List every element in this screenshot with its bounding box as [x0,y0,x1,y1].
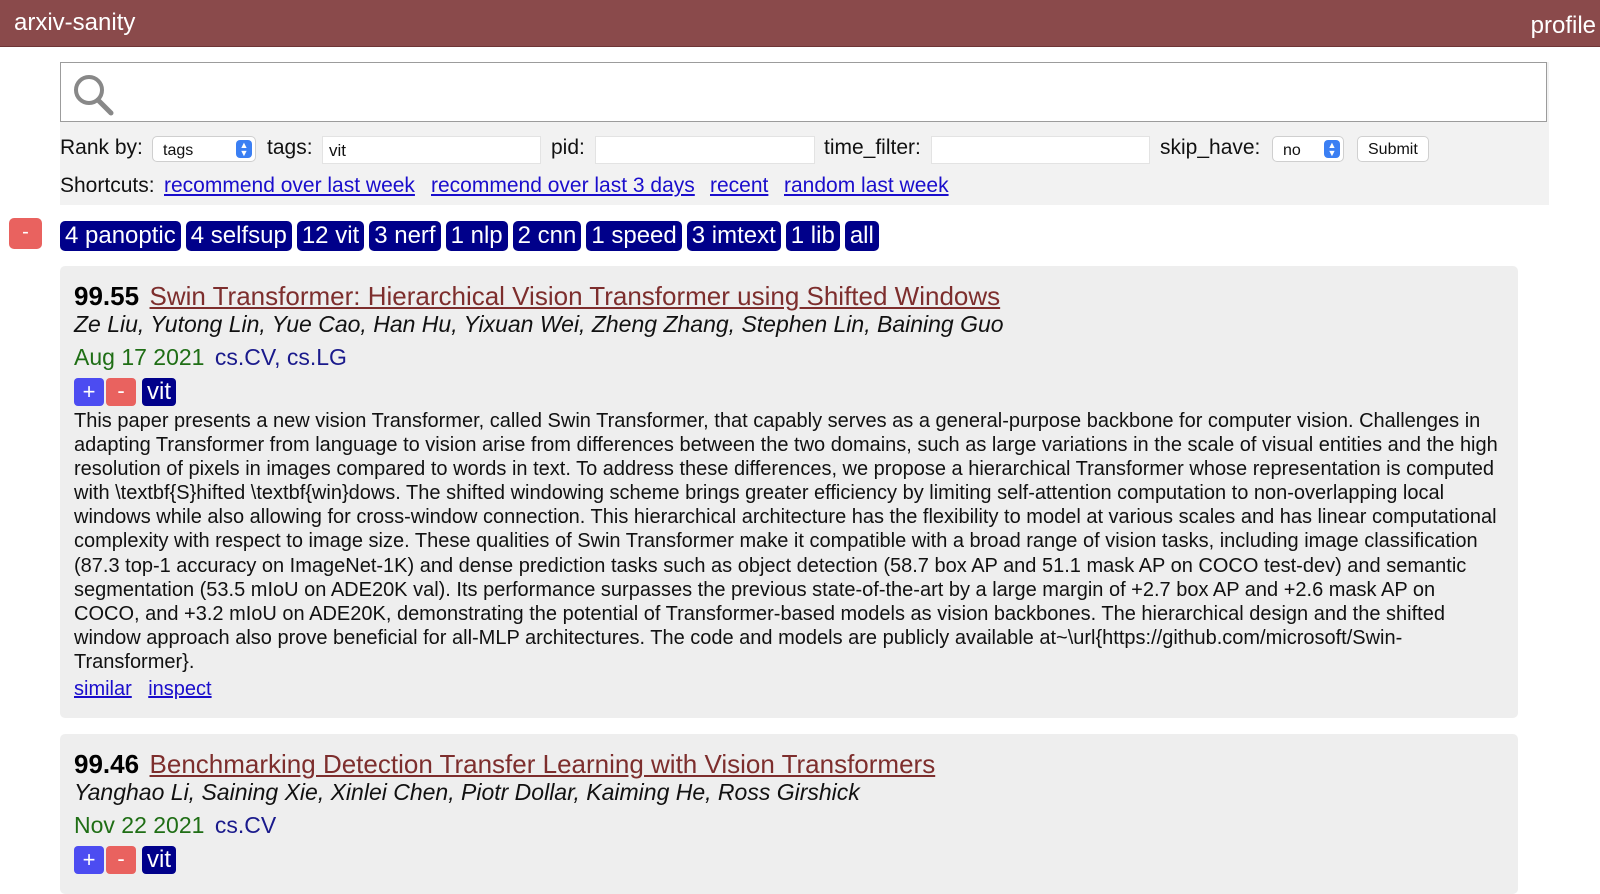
tag-remove-button[interactable]: - [9,218,42,249]
paper-authors: Ze Liu, Yutong Lin, Yue Cao, Han Hu, Yix… [74,311,1004,337]
tag-cnn[interactable]: 2 cnn [512,221,582,251]
paper-abstract: This paper presents a new vision Transfo… [74,410,1498,673]
paper-meta: Nov 22 2021 cs.CV [74,812,276,839]
paper-date: Nov 22 2021 [74,812,205,838]
paper-links: similar inspect [74,678,224,701]
rank-by-value: tags [163,142,194,159]
rank-by-label: Rank by: [60,136,143,159]
paper-title-line: 99.55 Swin Transformer: Hierarchical Vis… [74,281,1000,312]
tag-nlp[interactable]: 1 nlp [445,221,508,251]
time-filter-label: time_filter: [824,136,921,159]
select-arrows-icon: ▲ ▼ [236,140,252,158]
filter-row: Rank by: tags ▲ ▼ tags: vit pid: time_fil… [60,134,1549,164]
paper-tag-vit[interactable]: vit [142,846,176,874]
search-icon [71,72,117,123]
submit-button[interactable]: Submit [1357,136,1429,162]
paper-meta: Aug 17 2021 cs.CV, cs.LG [74,344,347,371]
tags-input[interactable]: vit [322,136,541,164]
paper-title-link[interactable]: Swin Transformer: Hierarchical Vision Tr… [150,281,1001,311]
remove-tag-button[interactable]: - [106,378,136,406]
shortcuts-row: Shortcuts: recommend over last week reco… [60,174,1549,202]
paper-categories: cs.CV [214,812,277,838]
tag-imtext[interactable]: 3 imtext [686,221,781,251]
shortcut-random-last-week[interactable]: random last week [784,174,949,198]
tag-speed[interactable]: 1 speed [586,221,682,251]
skip-have-value: no [1283,142,1301,159]
shortcuts-label: Shortcuts: [60,174,155,197]
tags-label: tags: [267,136,313,159]
profile-link[interactable]: profile [1531,12,1596,40]
skip-have-select[interactable]: no ▲ ▼ [1272,136,1344,162]
paper-tag-controls: + - vit [74,378,176,406]
skip-have-label: skip_have: [1160,136,1261,159]
shortcut-recent[interactable]: recent [710,174,768,198]
tag-bar: - 4 panoptic 4 selfsup 12 vit 3 nerf 1 nlp 2 … [0,218,1600,254]
paper-tag-vit[interactable]: vit [142,378,176,406]
remove-tag-button[interactable]: - [106,846,136,874]
top-navbar: arxiv-sanity profile [0,0,1600,47]
paper-authors: Yanghao Li, Saining Xie, Xinlei Chen, Pi… [74,779,860,805]
select-arrows-icon: ▲ ▼ [1324,140,1340,158]
inspect-link[interactable]: inspect [148,678,211,700]
tag-nerf[interactable]: 3 nerf [369,221,441,251]
time-filter-input[interactable] [931,136,1150,164]
search-controls-panel: Rank by: tags ▲ ▼ tags: vit pid: time_fil… [60,62,1549,205]
search-input[interactable] [123,71,1527,113]
tag-list: 4 panoptic 4 selfsup 12 vit 3 nerf 1 nlp 2 cn… [60,221,884,251]
similar-link[interactable]: similar [74,678,132,700]
add-tag-button[interactable]: + [74,846,104,874]
paper-score: 99.55 [74,281,140,311]
tag-vit[interactable]: 12 vit [296,221,365,251]
shortcut-recommend-3-days[interactable]: recommend over last 3 days [431,174,695,198]
rank-by-select[interactable]: tags ▲ ▼ [152,136,256,162]
tag-panoptic[interactable]: 4 panoptic [60,221,181,251]
paper-card: 99.55 Swin Transformer: Hierarchical Vis… [60,266,1518,718]
paper-tag-controls: + - vit [74,846,176,874]
tag-lib[interactable]: 1 lib [785,221,840,251]
shortcut-recommend-week[interactable]: recommend over last week [164,174,415,198]
site-brand[interactable]: arxiv-sanity [14,9,135,37]
paper-date: Aug 17 2021 [74,344,205,370]
paper-score: 99.46 [74,749,140,779]
paper-card: 99.46 Benchmarking Detection Transfer Le… [60,734,1518,894]
search-box[interactable] [60,62,1547,122]
paper-title-line: 99.46 Benchmarking Detection Transfer Le… [74,749,935,780]
pid-label: pid: [551,136,585,159]
paper-title-link[interactable]: Benchmarking Detection Transfer Learning… [150,749,936,779]
paper-categories: cs.CV, cs.LG [214,344,347,370]
add-tag-button[interactable]: + [74,378,104,406]
tag-all[interactable]: all [844,221,879,251]
pid-input[interactable] [595,136,815,164]
tag-selfsup[interactable]: 4 selfsup [185,221,292,251]
